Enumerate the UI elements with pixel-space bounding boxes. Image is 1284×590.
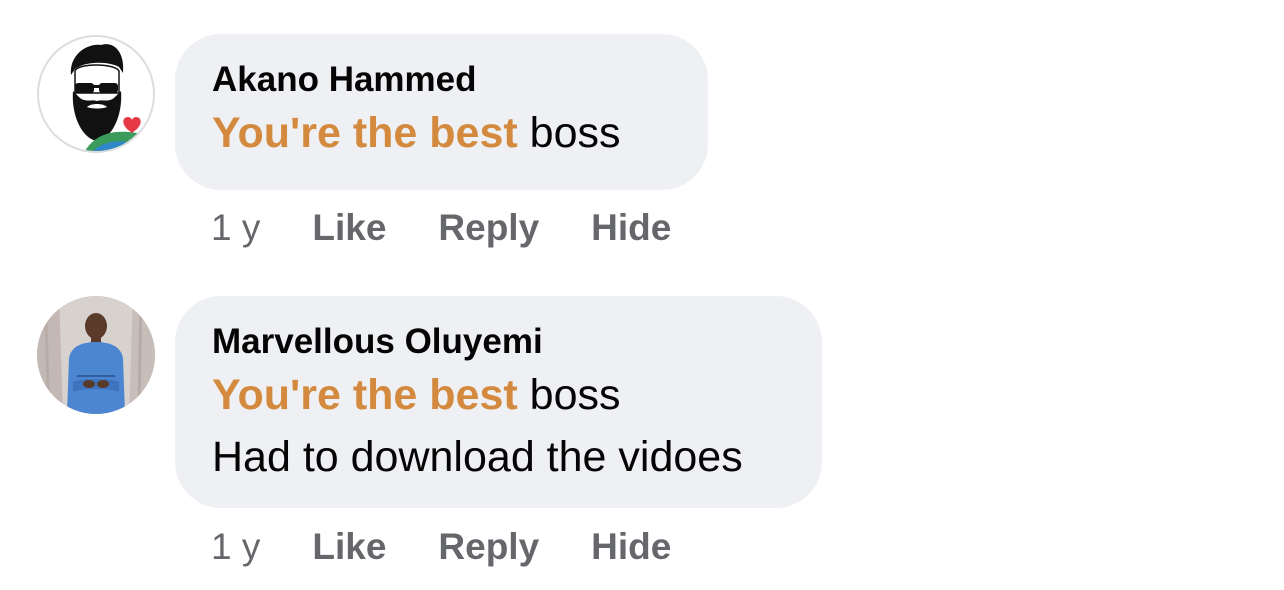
hide-button[interactable]: Hide: [591, 207, 671, 249]
man-photo-icon: [37, 296, 155, 414]
avatar[interactable]: [37, 296, 155, 414]
comment-bubble[interactable]: Marvellous Oluyemi You're the best boss …: [175, 296, 822, 508]
bearded-man-sunglasses-icon: [70, 44, 143, 151]
reply-button[interactable]: Reply: [438, 207, 539, 249]
reply-button[interactable]: Reply: [438, 526, 539, 568]
comment-actions: 1 y Like Reply Hide: [211, 525, 723, 569]
comment-author[interactable]: Akano Hammed: [212, 58, 672, 102]
comment-text-line-2: Had to download the vidoes: [212, 433, 743, 481]
comment-timestamp[interactable]: 1 y: [211, 207, 260, 249]
comment-timestamp[interactable]: 1 y: [211, 526, 260, 568]
like-button[interactable]: Like: [312, 207, 386, 249]
comment-actions: 1 y Like Reply Hide: [211, 206, 723, 250]
mention-tag[interactable]: You're the best: [212, 371, 518, 419]
avatar[interactable]: [37, 35, 155, 153]
comment-text-rest: boss: [517, 371, 621, 419]
comment-author[interactable]: Marvellous Oluyemi: [212, 320, 786, 364]
like-button[interactable]: Like: [312, 526, 386, 568]
comment-text: You're the best boss: [212, 364, 786, 426]
mention-tag[interactable]: You're the best: [212, 109, 518, 157]
comment-text: You're the best boss: [212, 102, 672, 164]
comment-text-rest: boss: [517, 109, 621, 157]
hide-button[interactable]: Hide: [591, 526, 671, 568]
comment-bubble[interactable]: Akano Hammed You're the best boss: [175, 34, 708, 190]
